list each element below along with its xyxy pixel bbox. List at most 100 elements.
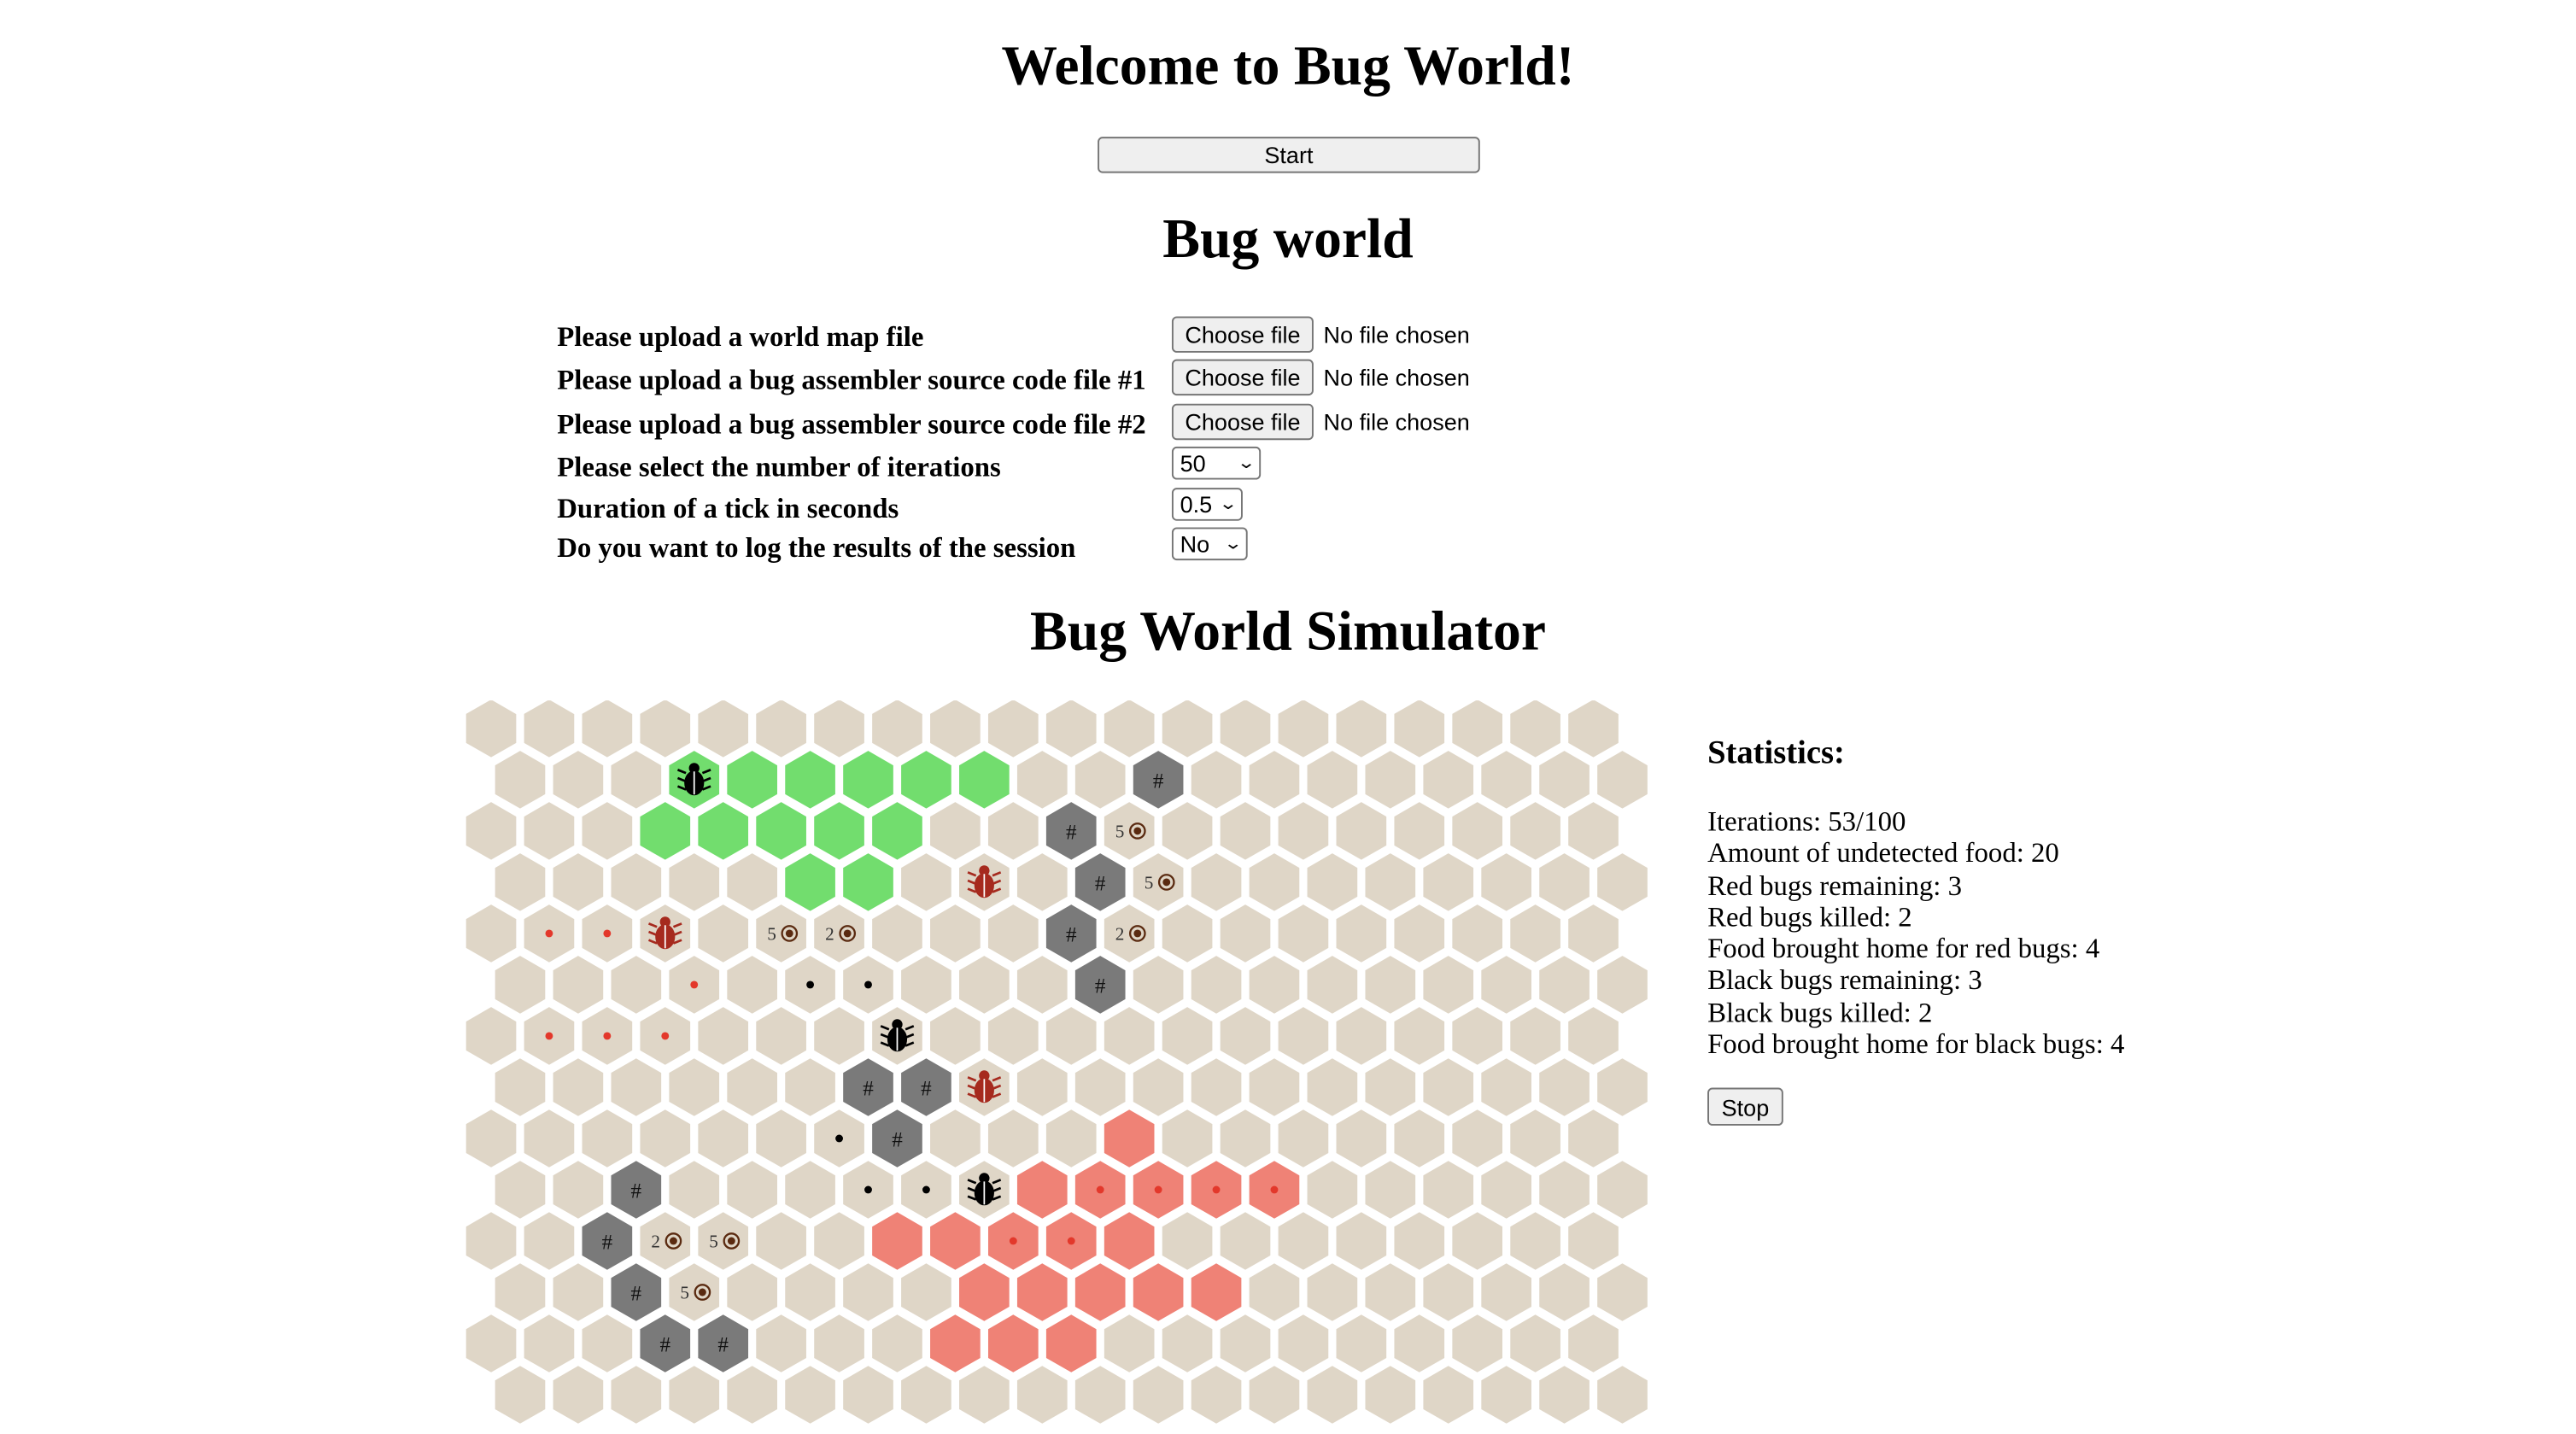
hex-cell bbox=[1162, 1212, 1213, 1270]
hex-cell bbox=[1074, 1058, 1126, 1116]
stat-red-remaining: Red bugs remaining: 3 bbox=[1707, 869, 1963, 901]
red-nest-cell bbox=[1104, 1109, 1155, 1168]
hex-cell bbox=[553, 1366, 604, 1424]
hex-cell bbox=[1539, 751, 1590, 809]
rock-cell: # bbox=[843, 1058, 893, 1116]
hex-cell bbox=[1278, 700, 1329, 758]
stat-red-killed: Red bugs killed: 2 bbox=[1707, 901, 1912, 933]
black-marker-dot bbox=[864, 1185, 872, 1194]
hex-cell bbox=[1278, 802, 1329, 860]
hex-cell bbox=[959, 1366, 1010, 1424]
hex-cell bbox=[1510, 1314, 1560, 1373]
rock-label: # bbox=[1153, 770, 1164, 793]
hex-cell bbox=[611, 956, 662, 1014]
hex-cell bbox=[553, 751, 604, 809]
hex-cell bbox=[930, 802, 981, 860]
hex-cell bbox=[1191, 853, 1242, 911]
log-row: Do you want to log the results of the se… bbox=[557, 527, 1711, 566]
hex-cell bbox=[843, 1366, 893, 1424]
hex-cell bbox=[987, 1109, 1039, 1168]
hex-cell bbox=[727, 853, 777, 911]
rock-label: # bbox=[863, 1078, 874, 1101]
hex-cell bbox=[814, 1212, 864, 1270]
hex-cell bbox=[1568, 1007, 1619, 1065]
hex-cell bbox=[872, 700, 922, 758]
chevron-down-icon: ⌄ bbox=[1236, 454, 1256, 472]
hex-cell: 2 bbox=[1104, 904, 1155, 963]
food-count: 5 bbox=[1115, 822, 1125, 842]
hex-cell bbox=[465, 700, 517, 758]
stop-button[interactable]: Stop bbox=[1707, 1087, 1783, 1126]
hex-cell bbox=[1191, 751, 1242, 809]
hex-cell bbox=[553, 1058, 604, 1116]
hex-cell bbox=[1452, 904, 1503, 963]
hex-cell bbox=[582, 1007, 633, 1065]
red-marker-dot bbox=[603, 1032, 612, 1040]
hex-cell bbox=[1452, 1314, 1503, 1373]
hex-cell bbox=[727, 956, 777, 1014]
hex-cell bbox=[1336, 1314, 1387, 1373]
hex-cell bbox=[1510, 700, 1560, 758]
hex-cell bbox=[1510, 1109, 1560, 1168]
tick-select[interactable]: 0.5 ⌄ bbox=[1171, 488, 1243, 521]
hex-cell bbox=[1278, 1007, 1329, 1065]
red-marker-dot bbox=[1212, 1185, 1221, 1194]
hex-cell bbox=[1510, 1007, 1560, 1065]
bug-source-1-row: Please upload a bug assembler source cod… bbox=[557, 359, 1711, 399]
hex-cell bbox=[1394, 1314, 1445, 1373]
hex-cell bbox=[1365, 956, 1416, 1014]
statistics-panel: Statistics: Iterations: 53/100 Amount of… bbox=[1707, 735, 2124, 1061]
hex-cell bbox=[1568, 1314, 1619, 1373]
red-nest-cell bbox=[1016, 1161, 1068, 1219]
hex-cell bbox=[582, 802, 633, 860]
hex-cell bbox=[1307, 1263, 1358, 1321]
green-nest-cell bbox=[756, 802, 806, 860]
rock-cell: # bbox=[1045, 802, 1097, 860]
hex-cell bbox=[1278, 1314, 1329, 1373]
world-map-file-button[interactable]: Choose file bbox=[1171, 316, 1314, 353]
world-map-label: Please upload a world map file bbox=[557, 321, 924, 353]
hex-cell bbox=[785, 1161, 835, 1219]
bug-source-2-file-button[interactable]: Choose file bbox=[1171, 403, 1314, 441]
hex-cell bbox=[1249, 1058, 1300, 1116]
hex-cell bbox=[1481, 1161, 1531, 1219]
log-select[interactable]: No ⌄ bbox=[1171, 527, 1248, 561]
hex-cell bbox=[1162, 700, 1213, 758]
hex-cell bbox=[669, 1161, 720, 1219]
red-nest-cell bbox=[930, 1314, 981, 1373]
hex-cell bbox=[872, 1007, 922, 1065]
hex-cell bbox=[1394, 904, 1445, 963]
iterations-value: 50 bbox=[1180, 449, 1206, 477]
hex-cell bbox=[1249, 956, 1300, 1014]
hex-cell bbox=[1074, 1366, 1126, 1424]
hex-cell: 2 bbox=[814, 904, 864, 963]
start-button[interactable]: Start bbox=[1098, 137, 1480, 173]
hex-cell bbox=[930, 700, 981, 758]
red-nest-cell bbox=[1133, 1161, 1184, 1219]
bug-source-2-label: Please upload a bug assembler source cod… bbox=[557, 408, 1146, 441]
hex-cell bbox=[582, 1109, 633, 1168]
red-marker-dot bbox=[1096, 1185, 1104, 1194]
hex-cell bbox=[814, 1109, 864, 1168]
hex-cell bbox=[1162, 1109, 1213, 1168]
hex-cell bbox=[553, 853, 604, 911]
hex-cell bbox=[785, 1263, 835, 1321]
rock-label: # bbox=[660, 1334, 671, 1357]
hex-cell bbox=[1249, 853, 1300, 911]
hex-cell bbox=[1249, 751, 1300, 809]
hex-cell bbox=[1336, 1109, 1387, 1168]
hex-cell bbox=[1597, 1058, 1648, 1116]
hex-cell bbox=[640, 700, 691, 758]
bug-source-1-file-button[interactable]: Choose file bbox=[1171, 359, 1314, 396]
bug-source-1-file-status: No file chosen bbox=[1323, 364, 1470, 391]
chevron-down-icon: ⌄ bbox=[1219, 495, 1239, 514]
hex-cell bbox=[1045, 1007, 1097, 1065]
rock-label: # bbox=[1095, 873, 1106, 896]
hex-cell bbox=[698, 1109, 749, 1168]
rock-cell: # bbox=[698, 1314, 749, 1373]
hex-cell bbox=[582, 700, 633, 758]
iterations-select[interactable]: 50 ⌄ bbox=[1171, 446, 1262, 480]
hex-cell bbox=[1016, 751, 1068, 809]
hex-cell bbox=[495, 1366, 546, 1424]
rock-label: # bbox=[1066, 924, 1077, 947]
